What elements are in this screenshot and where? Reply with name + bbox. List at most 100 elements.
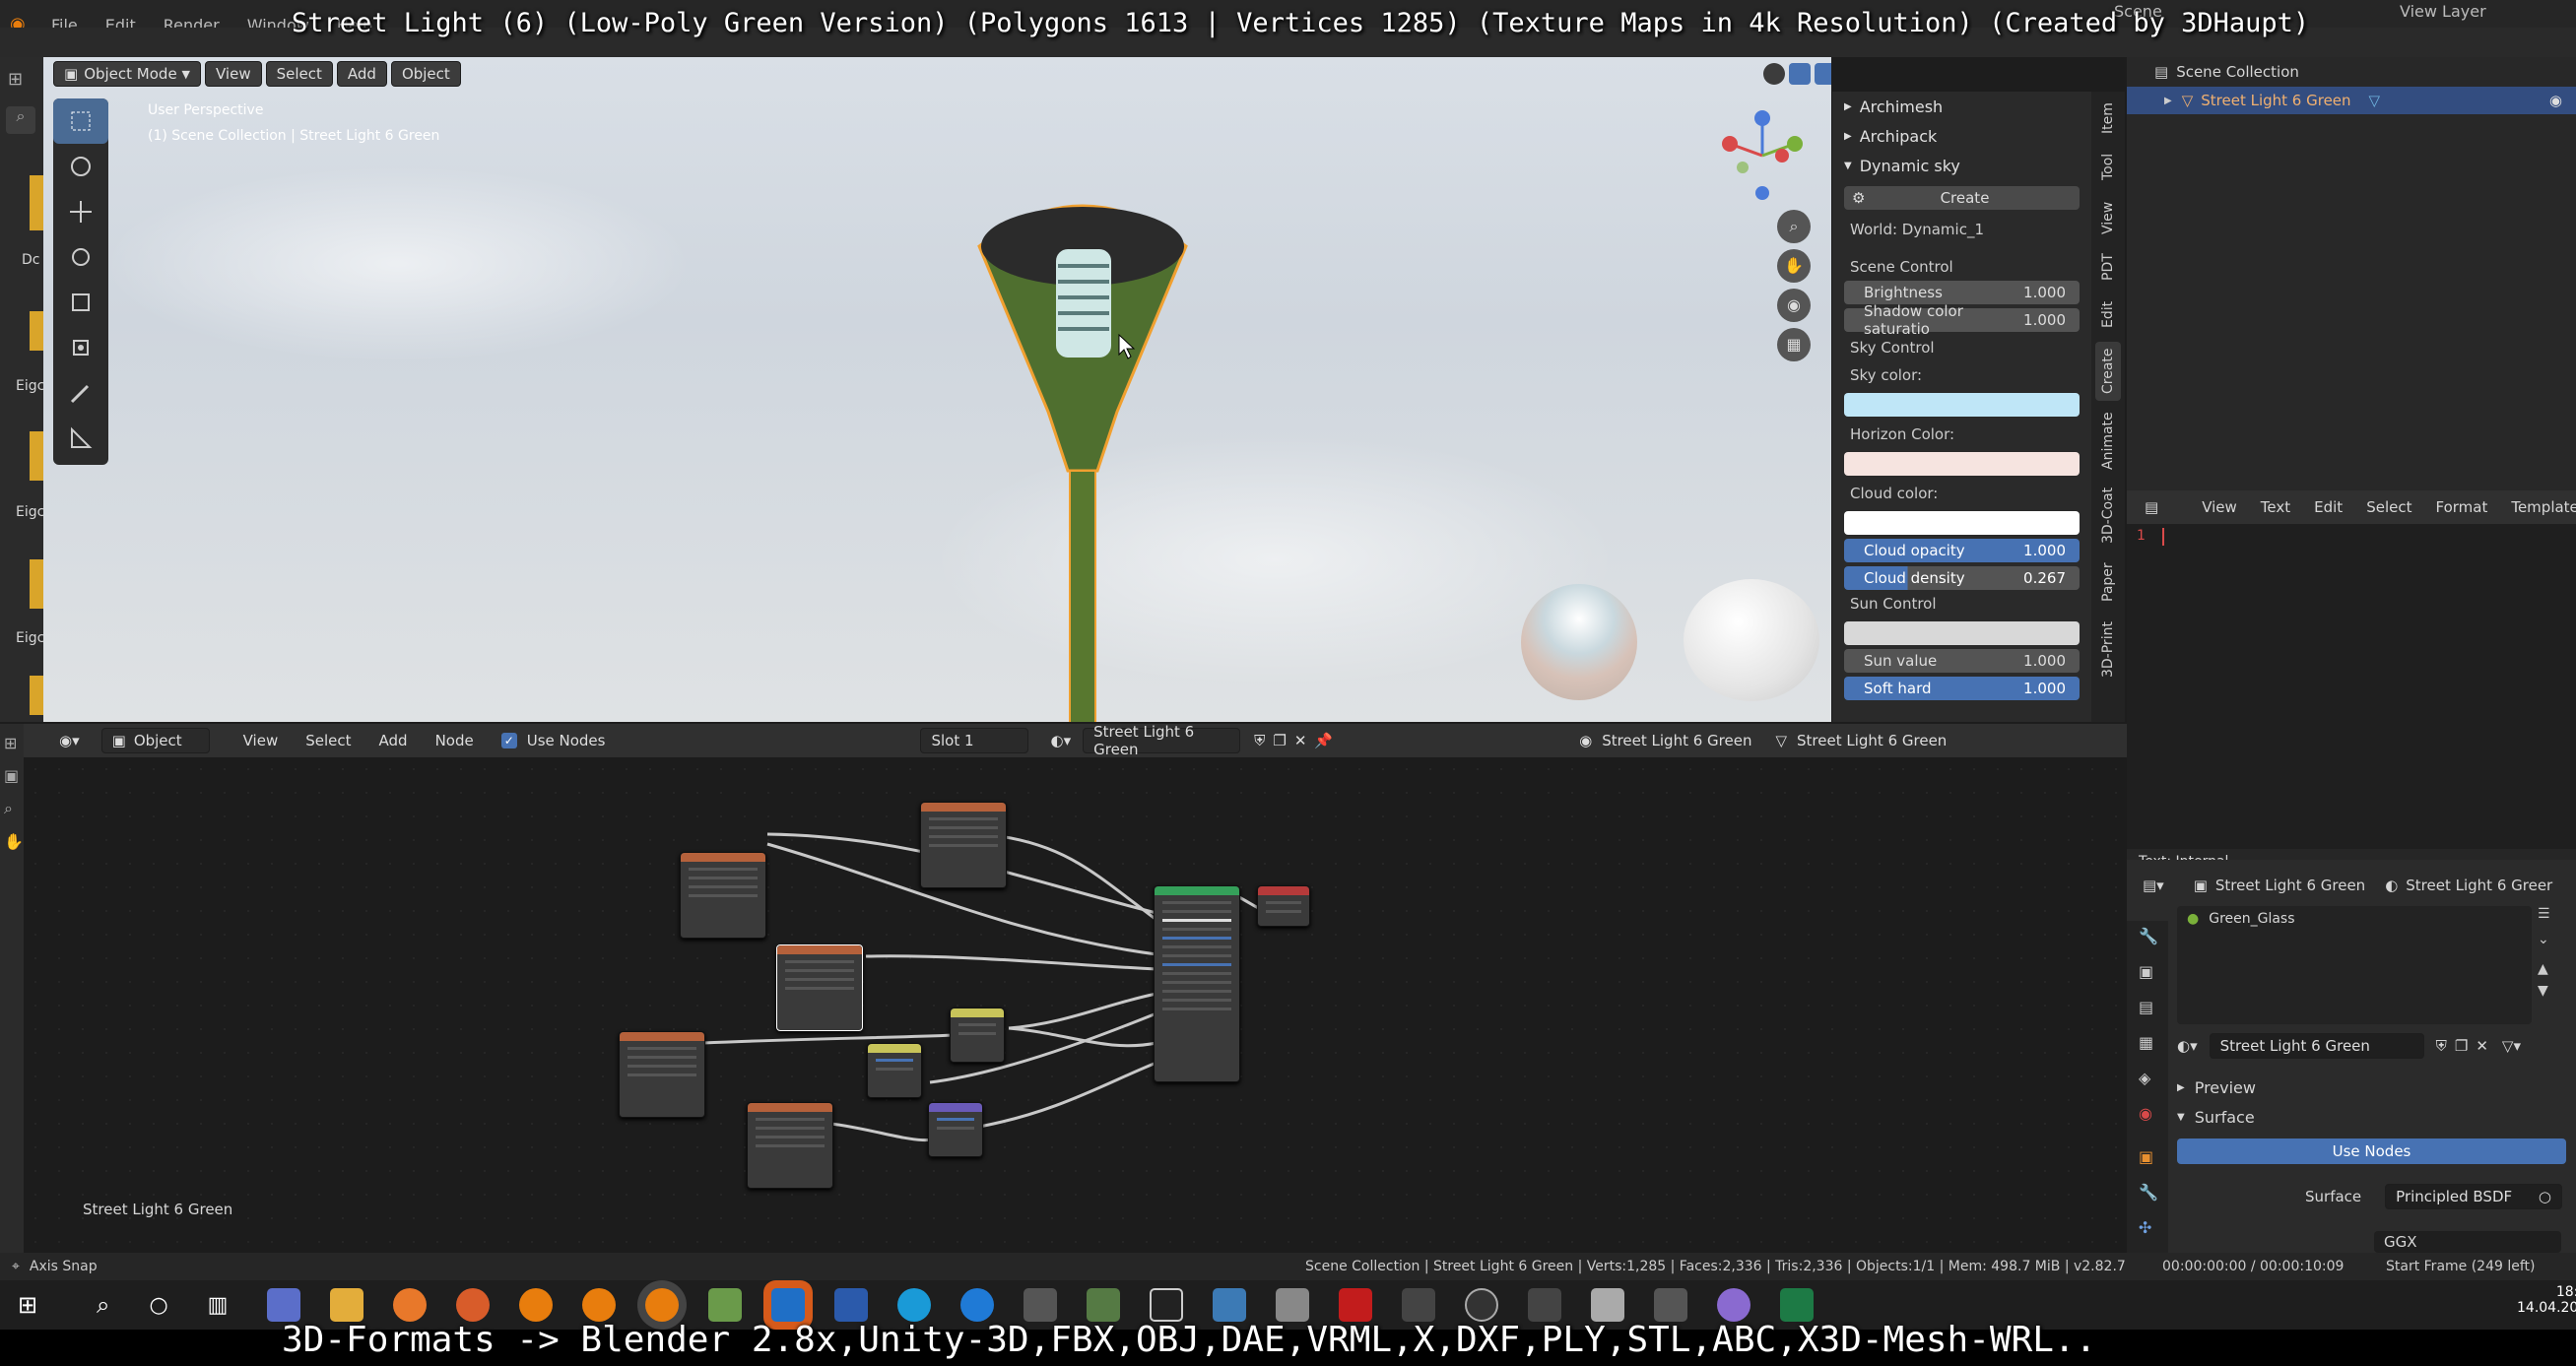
move-down-icon[interactable]: ▼	[2538, 983, 2565, 1005]
material-icon[interactable]: ◐▾	[1050, 732, 1071, 749]
cmd-app-icon[interactable]	[1528, 1288, 1562, 1322]
material-output-node[interactable]	[1257, 885, 1310, 927]
preview-panel-header[interactable]: ▶ Preview	[2177, 1073, 2566, 1101]
cloud-color-swatch[interactable]	[1844, 511, 2080, 535]
grid-icon[interactable]: ▦	[1777, 328, 1811, 361]
world-tab-icon[interactable]: ◉	[2139, 1104, 2168, 1147]
task-view-icon[interactable]: ▥	[208, 1293, 229, 1318]
view-layer-tab-icon[interactable]: ▦	[2139, 1033, 2168, 1069]
edge-app-icon[interactable]	[960, 1288, 995, 1322]
camera-icon[interactable]: ◉	[1777, 289, 1811, 322]
transform-tool[interactable]	[53, 325, 108, 370]
tab-paper[interactable]: Paper	[2095, 556, 2121, 608]
image-viewer-app-icon[interactable]	[708, 1288, 743, 1322]
tab-3d-print[interactable]: 3D-Print	[2095, 616, 2121, 684]
fake-user-icon[interactable]: ⛨	[1254, 732, 1265, 749]
shader-type-dropdown[interactable]: ▣ Object	[100, 728, 210, 753]
modifier-tab-icon[interactable]: 🔧	[2139, 1183, 2168, 1218]
principled-bsdf-node[interactable]	[1154, 885, 1240, 1082]
image-texture-node[interactable]	[747, 1102, 833, 1189]
duplicate-icon[interactable]: ❐	[2455, 1037, 2468, 1055]
object-tab-icon[interactable]: ▣	[2139, 1147, 2168, 1183]
mix-node[interactable]	[867, 1043, 922, 1098]
image-texture-node[interactable]	[776, 944, 863, 1031]
move-tool[interactable]	[53, 189, 108, 234]
viewport-menu-add[interactable]: Add	[336, 61, 387, 87]
3d-viewer-app-icon[interactable]	[1024, 1288, 1058, 1322]
tab-tool[interactable]: Tool	[2095, 147, 2121, 186]
surface-shader-dropdown[interactable]: Principled BSDF ○	[2385, 1184, 2562, 1209]
editor-type-icon[interactable]: ▤	[2145, 498, 2158, 516]
node-menu-add[interactable]: Add	[379, 732, 408, 749]
view-layer-selector[interactable]: View Layer	[2400, 2, 2486, 21]
rotate-tool[interactable]	[53, 234, 108, 280]
search-icon[interactable]: ⌕	[6, 106, 35, 134]
scene-tab-icon[interactable]: ◈	[2139, 1069, 2168, 1104]
blender-app-icon[interactable]	[582, 1288, 617, 1322]
material-slot-list[interactable]: ● Green_Glass	[2177, 906, 2532, 1024]
header-mesh-name[interactable]: Street Light 6 Green	[1797, 732, 1947, 749]
skype-app-icon[interactable]	[897, 1288, 932, 1322]
overlay-toggle-icon[interactable]	[1815, 63, 1831, 85]
outlook-app-icon[interactable]	[771, 1288, 806, 1322]
tab-item[interactable]: Item	[2095, 98, 2121, 139]
brightness-slider[interactable]: Brightness 1.000	[1844, 281, 2080, 304]
obs-app-icon[interactable]	[1465, 1288, 1499, 1322]
tab-3d-coat[interactable]: 3D-Coat	[2095, 482, 2121, 549]
maps-app-icon[interactable]	[1717, 1288, 1751, 1322]
color-ramp-node[interactable]	[950, 1008, 1005, 1063]
viewport-menu-object[interactable]: Object	[390, 61, 461, 87]
cursor-tool[interactable]	[53, 144, 108, 189]
image-texture-node[interactable]	[920, 802, 1007, 888]
pan-hand-icon[interactable]: ✋	[1777, 249, 1811, 283]
properties-material-context[interactable]: Street Light 6 Greer	[2406, 877, 2552, 894]
scale-tool[interactable]	[53, 280, 108, 325]
editor-type-icon[interactable]: ⊞	[8, 69, 33, 93]
node-menu-view[interactable]: View	[243, 732, 279, 749]
annotate-tool[interactable]	[53, 370, 108, 416]
surface-panel-header[interactable]: ▼ Surface	[2177, 1103, 2566, 1131]
normal-map-node[interactable]	[928, 1102, 983, 1157]
text-menu-format[interactable]: Format	[2435, 498, 2487, 516]
utility-app-icon[interactable]	[1276, 1288, 1310, 1322]
save-app-icon[interactable]	[267, 1288, 301, 1322]
link-filter-icon[interactable]: ▽▾	[2502, 1037, 2521, 1055]
text-menu-templates[interactable]: Templates	[2511, 498, 2576, 516]
game-app-icon[interactable]	[1591, 1288, 1625, 1322]
editor-type-icon[interactable]: ▤▾	[2143, 877, 2164, 894]
header-object-name[interactable]: Street Light 6 Green	[1602, 732, 1751, 749]
panel-archimesh[interactable]: ▶ Archimesh	[1832, 92, 2091, 121]
eye-icon[interactable]: ◉	[2549, 92, 2562, 109]
close-icon[interactable]: ✕	[1294, 732, 1307, 749]
checkbox-icon[interactable]: ✓	[500, 733, 517, 748]
excel-app-icon[interactable]	[1780, 1288, 1815, 1322]
fake-user-icon[interactable]: ⛨	[2436, 1037, 2447, 1055]
text-menu-edit[interactable]: Edit	[2314, 498, 2343, 516]
tab-create[interactable]: Create	[2095, 342, 2121, 401]
node-menu-node[interactable]: Node	[435, 732, 474, 749]
gizmo-toggle-icon[interactable]	[1789, 63, 1811, 85]
pin-icon[interactable]: 📌	[1314, 732, 1333, 749]
file-thumb-4[interactable]	[30, 559, 43, 609]
text-menu-text[interactable]: Text	[2261, 498, 2290, 516]
search-icon[interactable]: ⌕	[97, 1291, 109, 1319]
use-nodes-button[interactable]: Use Nodes	[2177, 1138, 2566, 1164]
text-menu-select[interactable]: Select	[2366, 498, 2411, 516]
system-clock[interactable]: 18:38 14.04.2020	[2517, 1284, 2576, 1316]
object-shader-icon[interactable]: ◉▾	[59, 732, 80, 749]
create-button[interactable]: ⚙ Create	[1844, 186, 2080, 210]
pan-hand-icon[interactable]: ✋	[4, 832, 24, 851]
file-thumb-3[interactable]	[30, 431, 43, 481]
sun-value-slider[interactable]: Sun value 1.000	[1844, 649, 2080, 673]
render-tab-icon[interactable]: ▣	[2139, 962, 2168, 998]
tool-tab-icon[interactable]: 🔧	[2139, 927, 2168, 962]
street-light-model[interactable]	[959, 175, 1206, 722]
file-thumb-1[interactable]	[30, 175, 43, 230]
particles-tab-icon[interactable]: ✣	[2139, 1218, 2168, 1254]
horizon-color-swatch[interactable]	[1844, 452, 2080, 476]
slot-menu-icon[interactable]: ☰	[2538, 906, 2565, 932]
material-browse-icon[interactable]: ◐▾	[2177, 1037, 2198, 1055]
firefox-app-icon[interactable]	[393, 1288, 428, 1322]
slot-dropdown[interactable]: Slot 1	[920, 728, 1029, 753]
material-slot-item[interactable]: ● Green_Glass	[2177, 906, 2532, 932]
